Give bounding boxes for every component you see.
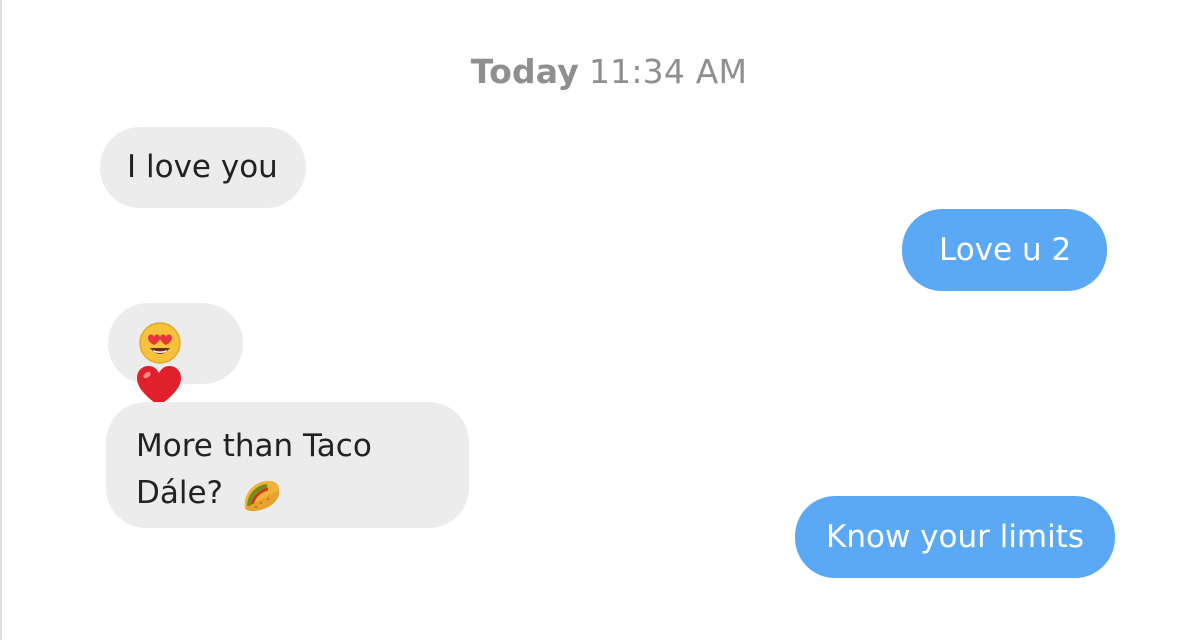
message-text: Love u 2 bbox=[939, 232, 1072, 268]
message-bubble-incoming[interactable]: I love you bbox=[100, 127, 306, 208]
message-bubble-outgoing[interactable]: Love u 2 bbox=[902, 209, 1108, 291]
conversation-timestamp: Today 11:34 AM bbox=[0, 52, 1178, 91]
message-bubble-outgoing[interactable]: Know your limits bbox=[795, 496, 1116, 578]
message-text: I love you bbox=[127, 149, 278, 185]
heart-eyes-emoji-icon bbox=[139, 322, 181, 364]
message-text: Know your limits bbox=[826, 519, 1085, 555]
timestamp-time: 11:34 AM bbox=[588, 52, 748, 91]
timestamp-day: Today bbox=[470, 52, 579, 91]
left-border bbox=[0, 0, 2, 640]
taco-emoji-icon bbox=[244, 480, 280, 511]
message-bubble-incoming[interactable]: More than Taco Dále? bbox=[106, 402, 469, 528]
